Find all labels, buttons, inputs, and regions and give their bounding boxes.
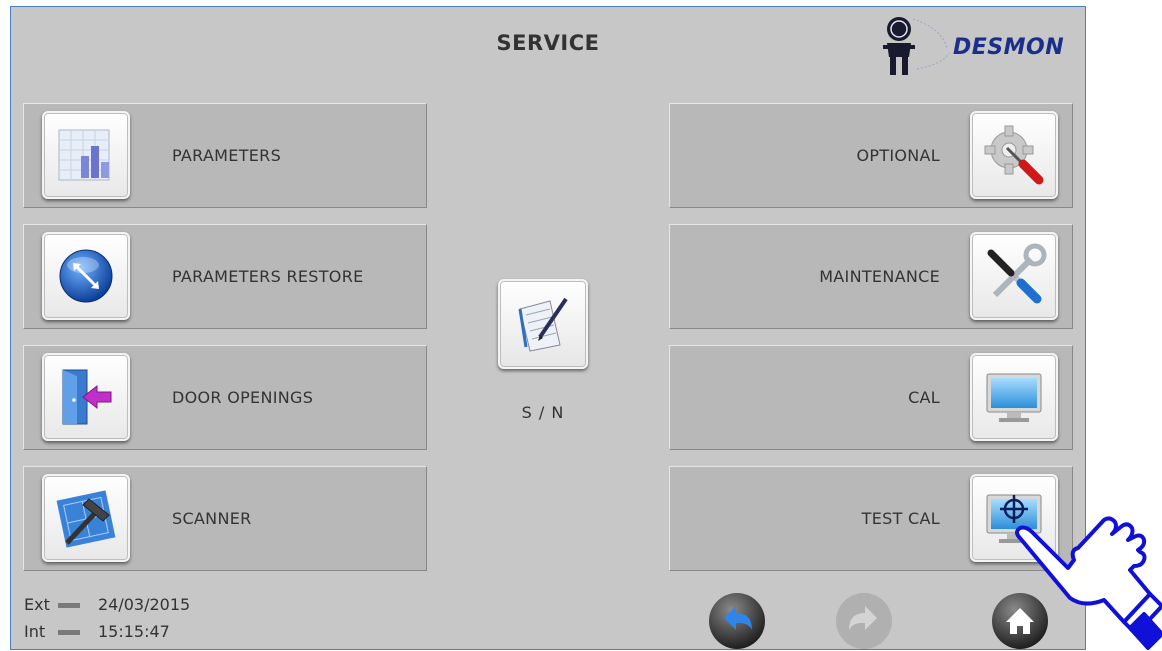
monitor-icon: [970, 353, 1058, 441]
back-icon: [709, 593, 765, 649]
status-int-row: Int 15:15:47: [24, 622, 170, 641]
serial-number-label: S / N: [521, 403, 565, 422]
time-value: 15:15:47: [98, 622, 170, 641]
door-openings-button[interactable]: DOOR OPENINGS: [23, 345, 427, 450]
test-cal-button[interactable]: TEST CAL: [669, 466, 1073, 571]
home-icon: [992, 593, 1048, 649]
optional-label: OPTIONAL: [856, 146, 940, 165]
serial-number-button[interactable]: [498, 279, 588, 369]
logo-text: DESMON: [953, 35, 1065, 60]
door-openings-label: DOOR OPENINGS: [172, 388, 314, 407]
door-arrow-icon: [42, 353, 130, 441]
scanner-button[interactable]: SCANNER: [23, 466, 427, 571]
home-button[interactable]: [991, 592, 1049, 649]
date-value: 24/03/2015: [98, 595, 191, 614]
logo-emblem-icon: [883, 17, 950, 75]
parameters-button[interactable]: PARAMETERS: [23, 103, 427, 208]
parameters-restore-label: PARAMETERS RESTORE: [172, 267, 364, 286]
service-screen: SERVICE DESMON PARAMETERS PARAMETERS RES…: [10, 6, 1086, 650]
cal-button[interactable]: CAL: [669, 345, 1073, 450]
wrench-screwdriver-icon: [970, 232, 1058, 320]
optional-button[interactable]: OPTIONAL: [669, 103, 1073, 208]
ext-indicator: [58, 603, 80, 608]
back-button[interactable]: [708, 592, 766, 649]
maintenance-button[interactable]: MAINTENANCE: [669, 224, 1073, 329]
status-ext-row: Ext 24/03/2015: [24, 595, 190, 614]
gear-screwdriver-icon: [970, 111, 1058, 199]
desmon-logo: DESMON: [873, 7, 1083, 83]
bar-chart-document-icon: [42, 111, 130, 199]
hammer-blueprint-icon: [42, 474, 130, 562]
scanner-label: SCANNER: [172, 509, 252, 528]
ext-label: Ext: [24, 595, 50, 614]
forward-icon: [836, 593, 892, 649]
forward-button[interactable]: [835, 592, 893, 649]
cal-label: CAL: [908, 388, 940, 407]
parameters-label: PARAMETERS: [172, 146, 282, 165]
monitor-crosshair-icon: [970, 474, 1058, 562]
blue-globe-arrow-icon: [42, 232, 130, 320]
maintenance-label: MAINTENANCE: [819, 267, 940, 286]
int-label: Int: [24, 622, 46, 641]
test-cal-label: TEST CAL: [861, 509, 940, 528]
notebook-pen-icon: [518, 297, 568, 352]
int-indicator: [58, 630, 80, 635]
parameters-restore-button[interactable]: PARAMETERS RESTORE: [23, 224, 427, 329]
